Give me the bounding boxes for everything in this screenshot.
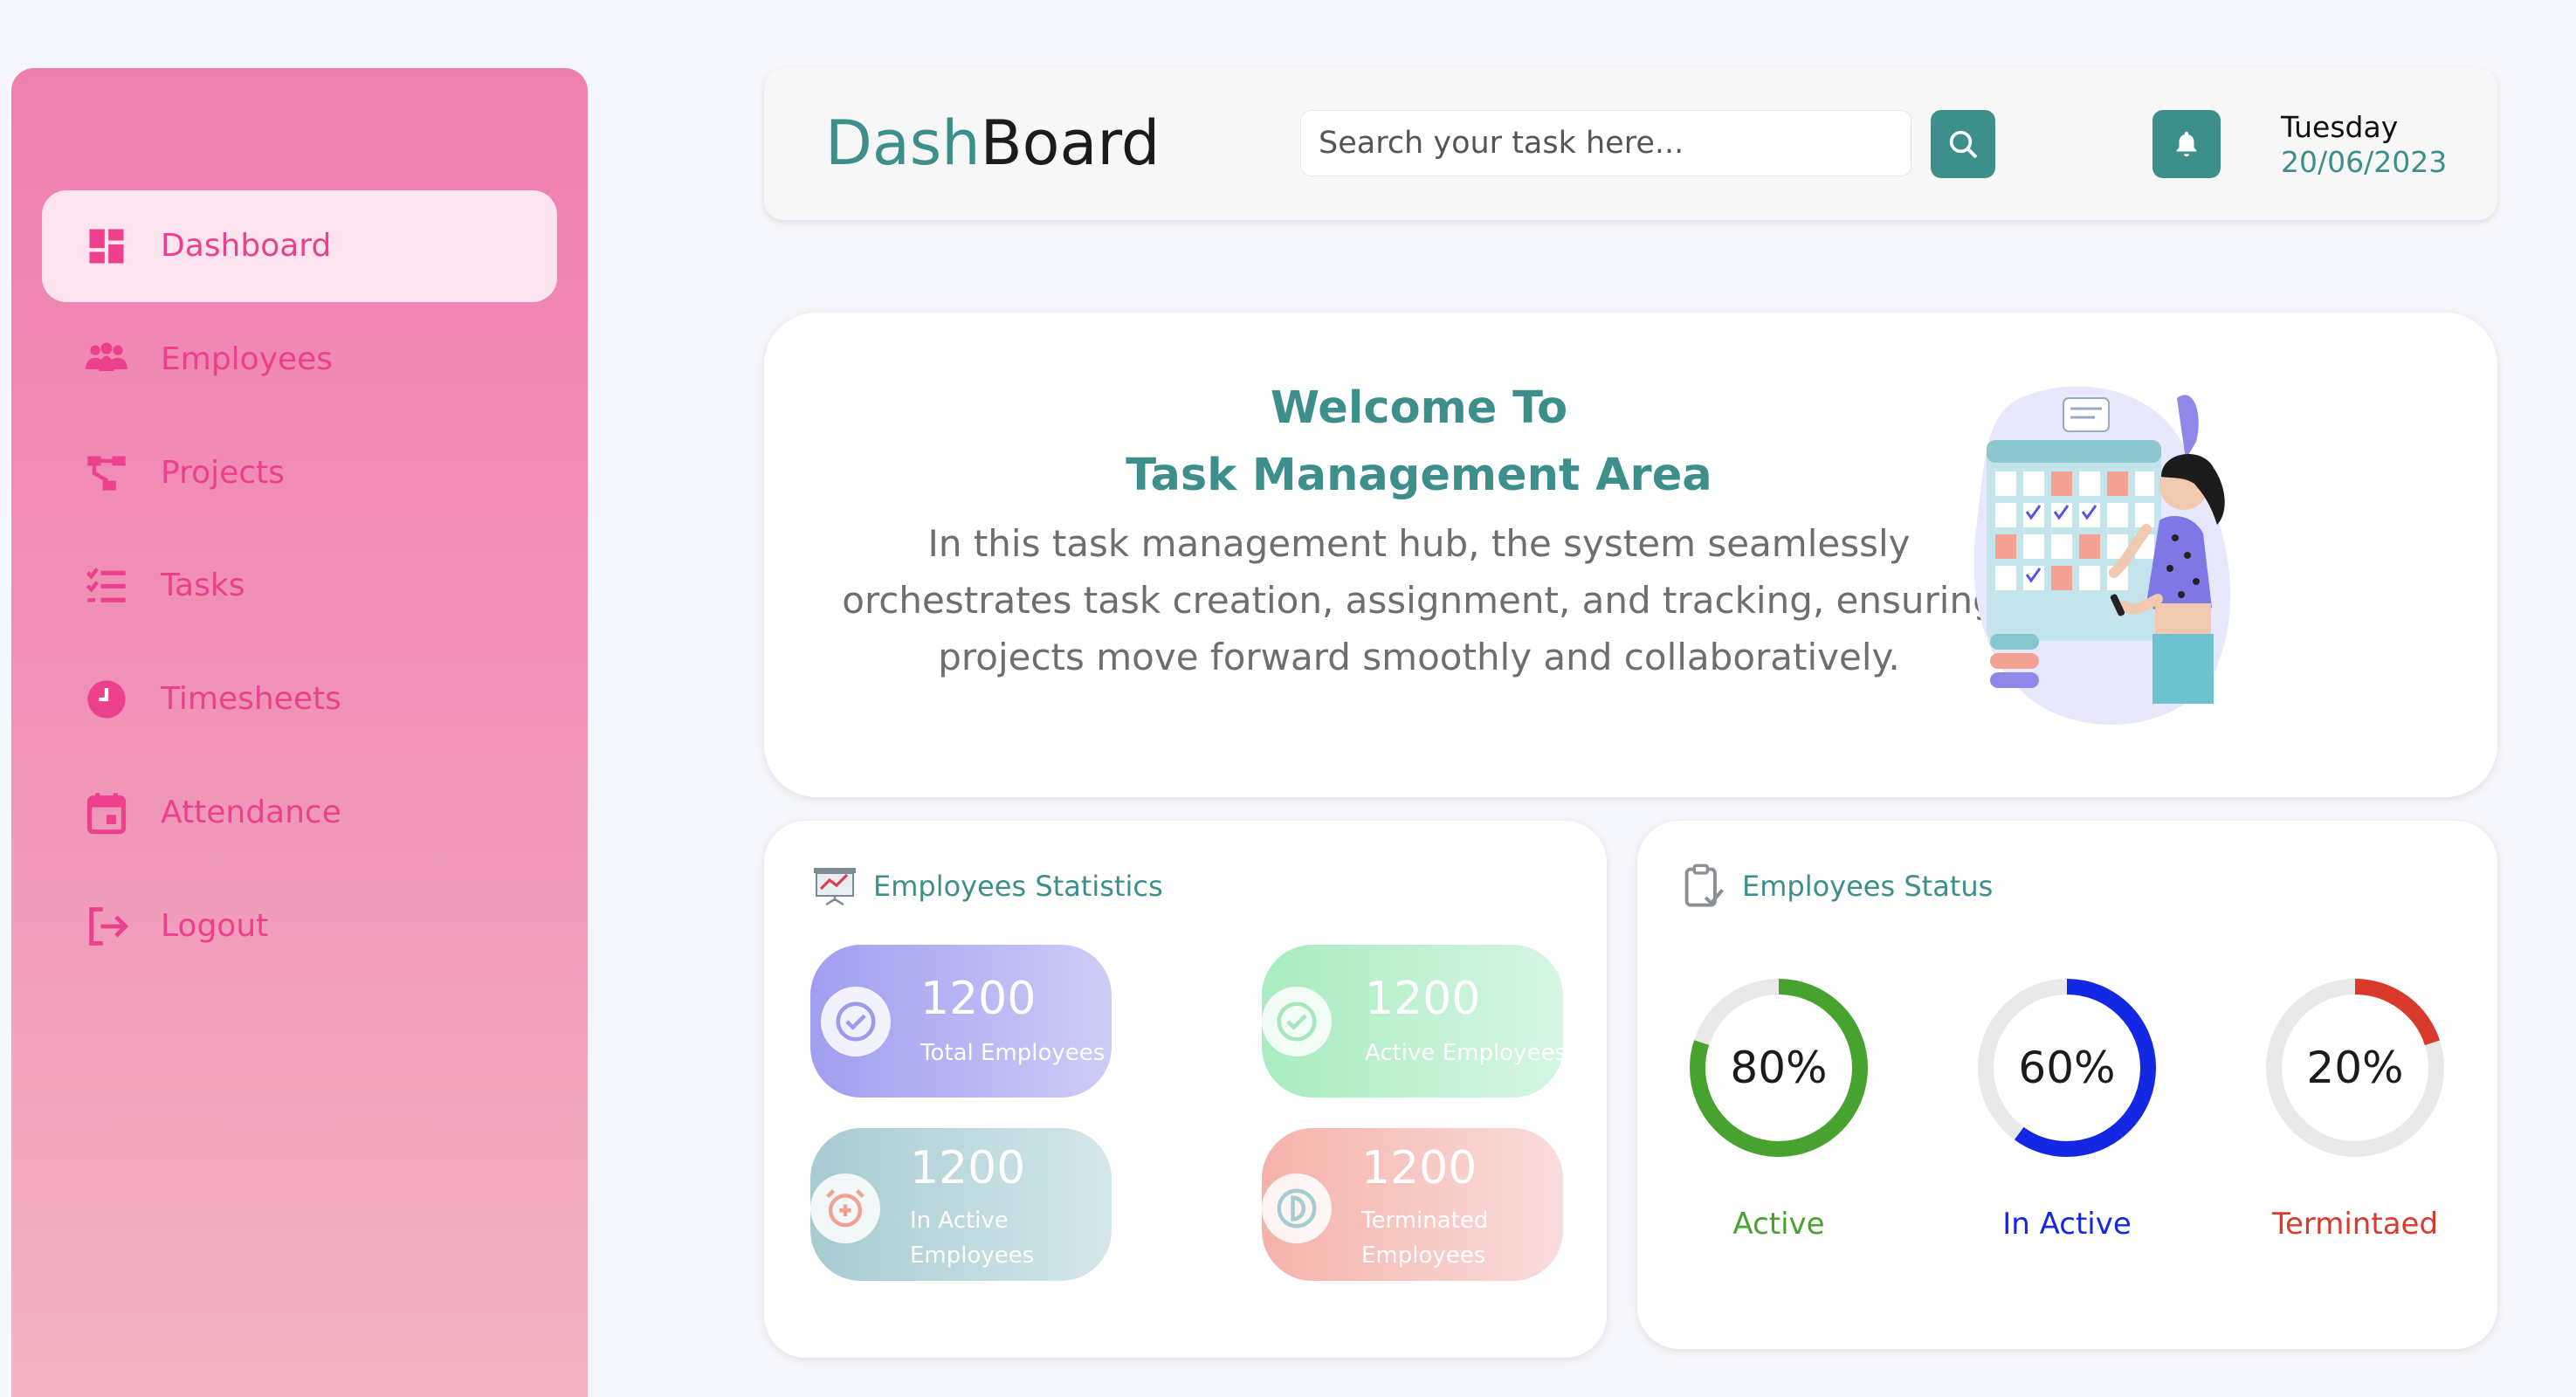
search-icon — [1949, 130, 1978, 159]
projects-icon — [87, 456, 126, 491]
presentation-chart-icon — [814, 868, 856, 906]
employees-icon — [86, 342, 127, 371]
statistics-title: Employees Statistics — [873, 870, 1163, 903]
sidebar-item-label: Tasks — [161, 568, 245, 603]
sidebar-item-attendance[interactable]: Attendance — [42, 757, 557, 869]
bell-icon — [2176, 131, 2197, 157]
dashboard-icon — [89, 229, 124, 264]
app-title: DashBoard — [825, 107, 1160, 180]
sidebar-item-label: Timesheets — [161, 681, 341, 717]
current-day: Tuesday — [2281, 110, 2399, 144]
stat-label: Total Employees — [920, 1040, 1105, 1066]
welcome-title: Welcome To — [1270, 382, 1568, 434]
sidebar-item-projects[interactable]: Projects — [42, 417, 557, 529]
clipboard-check-icon — [1684, 864, 1725, 907]
stat-value: 1200 — [1361, 1142, 1477, 1194]
check-circle-icon — [821, 987, 891, 1056]
active-employees-stat[interactable]: 1200 Active Employees — [1262, 945, 1563, 1098]
app-title-part2: Board — [980, 107, 1161, 179]
sidebar-item-dashboard[interactable]: Dashboard — [42, 190, 557, 302]
inactive-employees-stat[interactable]: 1200 In Active Employees — [810, 1128, 1112, 1281]
half-circle-icon — [1262, 1173, 1332, 1243]
check-circle-icon — [1262, 987, 1332, 1056]
search-input[interactable] — [1300, 110, 1911, 176]
sidebar-item-employees[interactable]: Employees — [42, 304, 557, 416]
header: DashBoard Tuesday 20/06/2023 — [764, 68, 2497, 220]
stat-label-line2: Employees — [1361, 1242, 1486, 1269]
sidebar-item-tasks[interactable]: Tasks — [42, 530, 557, 642]
calendar-icon — [86, 793, 127, 835]
clock-icon — [87, 680, 126, 719]
app-title-part1: Dash — [825, 107, 981, 179]
stat-label-line1: In Active — [910, 1208, 1009, 1234]
stat-value: 1200 — [920, 973, 1037, 1025]
stat-label-line1: Terminated — [1361, 1208, 1489, 1234]
sidebar-item-timesheets[interactable]: Timesheets — [42, 643, 557, 755]
notifications-button[interactable] — [2152, 110, 2221, 178]
sidebar-item-label: Logout — [161, 908, 269, 944]
employees-statistics-card: Employees Statistics 1200 Total Employee… — [764, 821, 1607, 1358]
sidebar-item-label: Projects — [161, 455, 285, 491]
sidebar-item-label: Attendance — [161, 795, 341, 830]
tasks-icon — [86, 568, 126, 602]
logout-icon — [89, 907, 129, 946]
stat-label-line2: Employees — [910, 1242, 1035, 1269]
sidebar-item-logout[interactable]: Logout — [42, 871, 557, 982]
terminated-employees-stat[interactable]: 1200 Terminated Employees — [1262, 1128, 1563, 1281]
alarm-clock-icon — [810, 1173, 880, 1243]
task-illustration — [1973, 386, 2231, 725]
welcome-subtitle: Task Management Area — [1126, 450, 1712, 501]
stat-value: 1200 — [910, 1142, 1026, 1194]
ring-value: 80% — [1730, 1043, 1828, 1093]
sidebar-item-label: Employees — [161, 341, 334, 377]
ring-value: 20% — [2306, 1043, 2404, 1093]
stat-value: 1200 — [1365, 973, 1481, 1025]
welcome-card: Welcome To Task Management Area In this … — [764, 313, 2497, 797]
employees-status-card: Employees Status 80% Active 60% In Activ… — [1637, 821, 2497, 1349]
search-button[interactable] — [1931, 110, 1995, 178]
total-employees-stat[interactable]: 1200 Total Employees — [810, 945, 1112, 1098]
sidebar: Dashboard Employees Projects Tasks Times… — [11, 68, 588, 1397]
current-date: 20/06/2023 — [2281, 145, 2448, 179]
ring-label: Active — [1732, 1207, 1825, 1242]
ring-label: Termintaed — [2271, 1207, 2439, 1242]
stat-label: Active Employees — [1365, 1040, 1563, 1066]
sidebar-item-label: Dashboard — [161, 228, 332, 264]
status-title: Employees Status — [1742, 870, 1994, 903]
ring-label: In Active — [2002, 1207, 2132, 1242]
ring-value: 60% — [2018, 1043, 2116, 1093]
welcome-text: In this task management hub, the system … — [842, 522, 1996, 678]
